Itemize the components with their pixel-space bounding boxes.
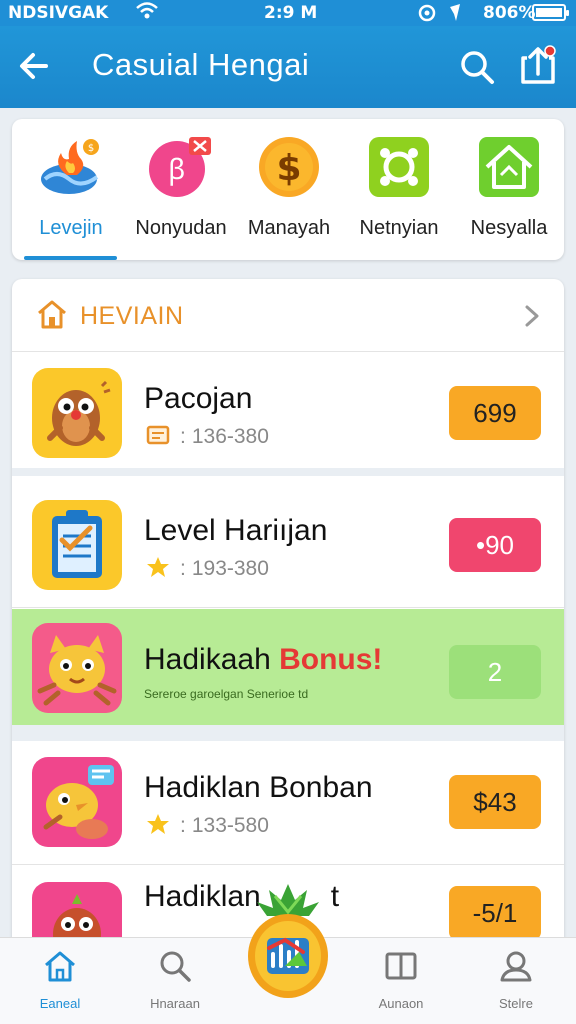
item-title: Hadikaah Bonus!: [144, 643, 383, 676]
home-icon: [45, 951, 75, 982]
tab-netnyian[interactable]: Netnyian: [344, 135, 454, 240]
owl-character-icon: [32, 368, 122, 458]
pink-tag-icon: ꞵ: [149, 135, 213, 199]
count-badge[interactable]: 2: [449, 645, 541, 699]
carrier-label: NDSIVGAK: [8, 3, 109, 23]
profile-icon: [500, 951, 532, 982]
row-gap: [12, 725, 564, 741]
green-badge-icon: [367, 135, 431, 199]
list-item[interactable]: Hadiklan Bonban :133-580 $43: [12, 741, 564, 865]
battery-percent: 806%: [483, 3, 536, 23]
category-tabs: $ Levejin ꞵ Nonyudan $ Manayah Netnyian …: [12, 119, 564, 260]
tab-stelre[interactable]: Stelre: [466, 948, 566, 1011]
star-icon: [147, 557, 169, 577]
item-subtitle: :136-380: [146, 424, 269, 449]
tab-label: Stelre: [499, 996, 533, 1011]
price-badge[interactable]: 699: [449, 386, 541, 440]
section-title: HEVIAIN: [80, 302, 184, 330]
search-icon: [160, 951, 191, 982]
tab-label: Aunaon: [378, 996, 424, 1011]
tab-label: Eaneal: [39, 996, 81, 1011]
price-badge[interactable]: -5/1: [449, 886, 541, 940]
tab-hnaraan[interactable]: Hnaraan: [125, 948, 225, 1011]
app-bar: Casuial Hengai: [0, 26, 576, 108]
star-icon: [147, 814, 169, 834]
tab-nonyudan[interactable]: ꞵ Nonyudan: [126, 135, 236, 240]
status-icons: [418, 3, 478, 28]
share-icon[interactable]: [518, 44, 558, 86]
clipboard-icon: [32, 500, 122, 590]
tab-manayah[interactable]: $ Manayah: [234, 135, 344, 240]
flame-wave-icon: $: [39, 135, 103, 199]
price-badge[interactable]: $43: [449, 775, 541, 829]
item-subtitle: :133-580: [146, 813, 269, 838]
back-arrow-icon[interactable]: [16, 48, 52, 84]
green-house-icon: [477, 135, 541, 199]
home-icon: [38, 300, 66, 329]
list-item[interactable]: Level Hariıjan :193-380 •90: [12, 484, 564, 608]
tab-aunaon[interactable]: Aunaon: [351, 948, 451, 1011]
clock: 2:9 M: [264, 3, 318, 23]
book-icon: [385, 952, 417, 980]
tab-label: Nesyalla: [470, 217, 548, 239]
card-icon: [146, 425, 170, 445]
tab-label: Levejin: [39, 217, 103, 239]
section-header[interactable]: HEVIAIN: [12, 279, 564, 352]
item-subtitle: :193-380: [146, 556, 269, 581]
chick-character-icon: [32, 757, 122, 847]
wifi-icon: [136, 1, 158, 26]
active-tab-indicator: [24, 256, 117, 260]
tab-label: Manayah: [247, 217, 331, 239]
item-title: Level Hariıjan: [144, 514, 328, 547]
price-badge[interactable]: •90: [449, 518, 541, 572]
cat-character-icon: [32, 623, 122, 713]
svg-text:ꞵ: ꞵ: [168, 153, 186, 186]
item-title: Pacojan: [144, 382, 253, 415]
tab-label: Netnyian: [359, 217, 439, 239]
tab-label: Hnaraan: [150, 996, 200, 1011]
pineapple-chart-icon[interactable]: [245, 882, 331, 1000]
tab-nesyalla[interactable]: Nesyalla: [454, 135, 564, 240]
list-item-bonus[interactable]: Hadikaah Bonus! Sereroe garoelgan Seneri…: [12, 609, 564, 725]
page-title: Casuial Hengai: [92, 47, 310, 82]
svg-text:$: $: [276, 148, 301, 189]
list-item[interactable]: Pacojan :136-380 699: [12, 352, 564, 476]
dollar-coin-icon: $: [257, 135, 321, 199]
search-icon[interactable]: [458, 48, 496, 86]
tab-levejin[interactable]: $ Levejin: [16, 135, 126, 240]
tab-label: Nonyudan: [135, 217, 227, 239]
svg-text:$: $: [88, 143, 94, 154]
tab-eaneal[interactable]: Eaneal: [10, 948, 110, 1011]
item-note: Sereroe garoelgan Senerioe td: [144, 687, 309, 701]
item-title: Hadiklan Bonban: [144, 771, 373, 804]
status-bar: NDSIVGAK 2:9 M 806%: [0, 0, 576, 26]
chevron-right-icon[interactable]: [520, 303, 544, 329]
battery-icon: [532, 4, 569, 21]
